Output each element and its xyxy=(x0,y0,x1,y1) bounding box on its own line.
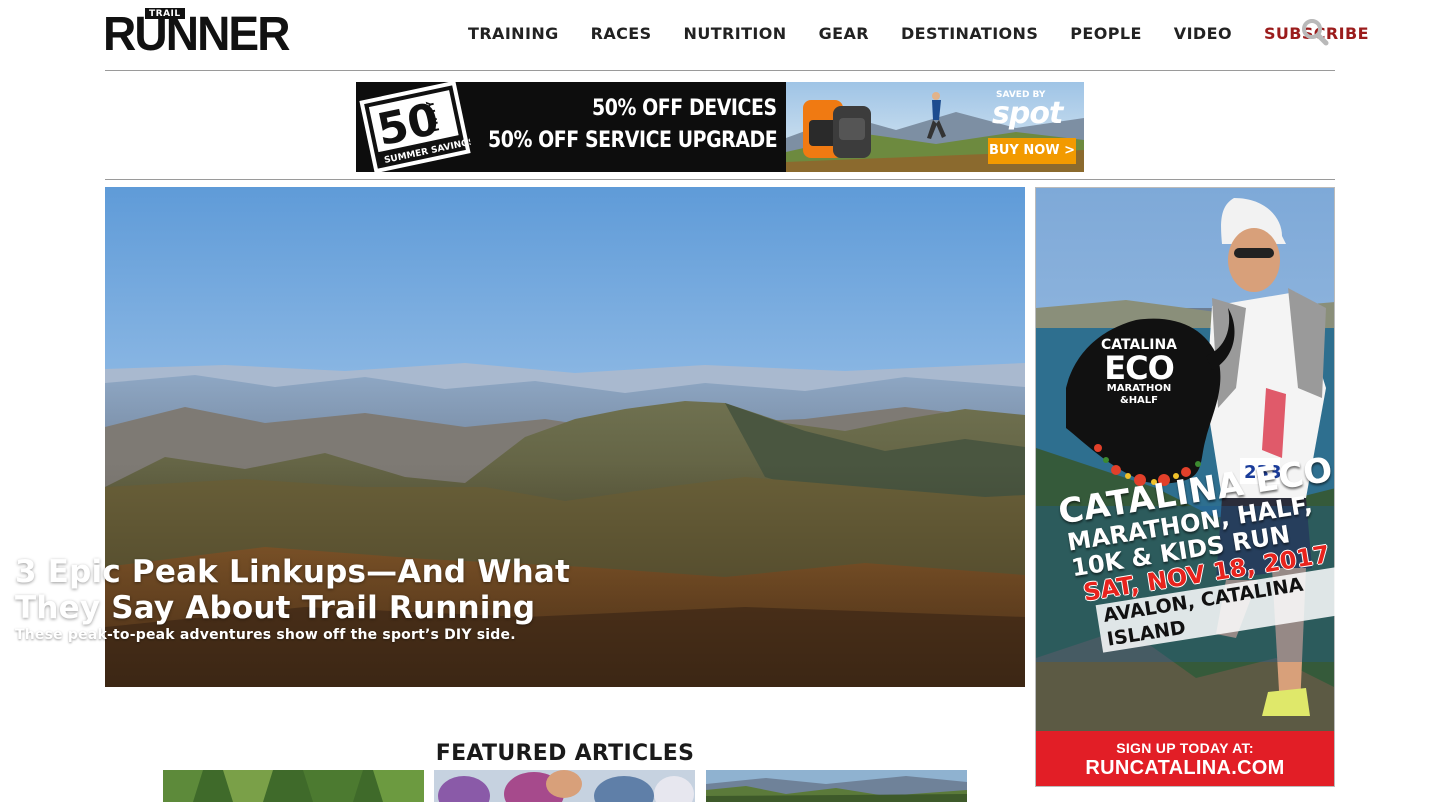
logo-eco: ECO xyxy=(1104,349,1175,387)
nav-training[interactable]: TRAINING xyxy=(468,24,559,44)
main-nav: TRAINING RACES NUTRITION GEAR DESTINATIO… xyxy=(468,24,1369,44)
spot-logo: spot xyxy=(992,96,1063,131)
signup-text: SIGN UP TODAY AT: xyxy=(1116,740,1254,756)
site-header: TRAIL RUNNER TRAINING RACES NUTRITION GE… xyxy=(103,0,1369,71)
featured-article-thumb[interactable] xyxy=(163,770,424,802)
ad-line-service: 50% OFF SERVICE UPGRADE xyxy=(488,128,778,153)
hero-dek: These peak-to-peak adventures show off t… xyxy=(15,627,516,643)
nav-races[interactable]: RACES xyxy=(591,24,652,44)
search-button[interactable] xyxy=(1301,18,1329,46)
top-banner-ad[interactable]: 50 FIFTY SUMMER SAVINGS 50% OFF DEVICES … xyxy=(356,82,1084,172)
nav-destinations[interactable]: DESTINATIONS xyxy=(901,24,1038,44)
nav-video[interactable]: VIDEO xyxy=(1174,24,1232,44)
spot-device-image xyxy=(803,100,871,158)
logo-marathon-half: MARATHON &HALF xyxy=(1106,383,1172,406)
catalina-eco-logo: CATALINA ECO MARATHON &HALF xyxy=(1101,338,1177,407)
featured-article-thumb[interactable] xyxy=(434,770,695,802)
trail-runner-logo[interactable]: TRAIL RUNNER xyxy=(103,8,301,61)
forest-trail-image xyxy=(163,770,424,802)
signup-url: RUNCATALINA.COM xyxy=(1085,757,1285,779)
nav-nutrition[interactable]: NUTRITION xyxy=(684,24,787,44)
nav-gear[interactable]: GEAR xyxy=(819,24,869,44)
race-crowd-image xyxy=(434,770,695,802)
nav-people[interactable]: PEOPLE xyxy=(1070,24,1142,44)
magnifier-icon xyxy=(1302,19,1329,46)
logo-big-text: RUNNER xyxy=(103,8,291,61)
hero-headline[interactable]: 3 Epic Peak Linkups—And What They Say Ab… xyxy=(15,554,615,626)
ad-divider xyxy=(105,179,1335,180)
signup-cta[interactable]: SIGN UP TODAY AT: RUNCATALINA.COM xyxy=(1036,731,1334,786)
featured-articles-heading: FEATURED ARTICLES xyxy=(435,741,695,766)
featured-article-thumb[interactable] xyxy=(706,770,967,802)
buy-now-button[interactable]: BUY NOW > xyxy=(988,138,1076,164)
fifty-fifty-badge: 50 FIFTY SUMMER SAVINGS xyxy=(359,82,473,172)
mountain-vista-image xyxy=(706,770,967,802)
ad-line-devices: 50% OFF DEVICES xyxy=(592,96,777,121)
